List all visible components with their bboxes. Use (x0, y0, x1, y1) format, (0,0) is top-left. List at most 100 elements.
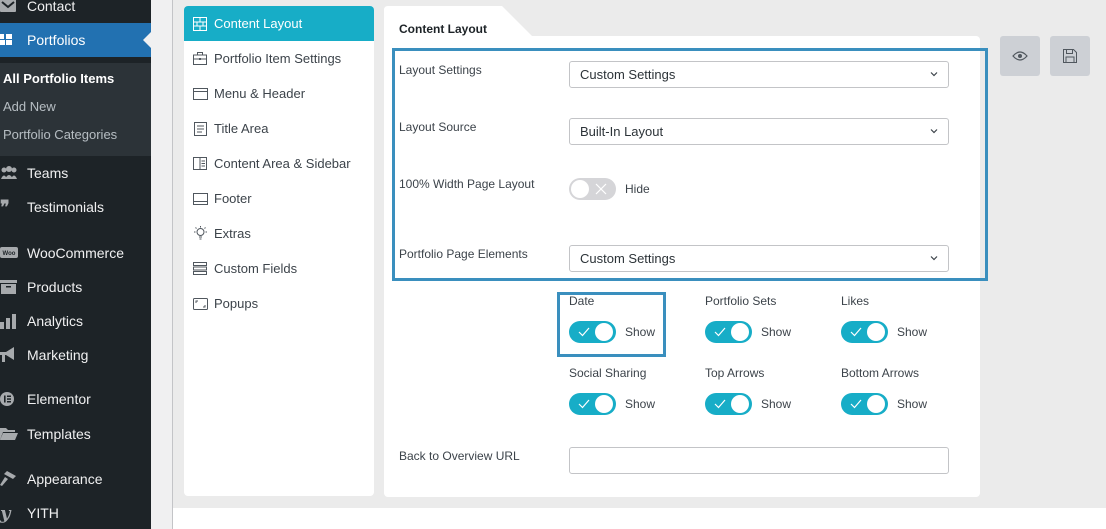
sidebar-item-analytics[interactable]: Analytics (0, 304, 151, 338)
save-button[interactable] (1050, 36, 1090, 76)
toggle-top-arrows-state: Show (761, 397, 792, 411)
footer-icon (184, 192, 214, 205)
options-nav-label: Portfolio Item Settings (214, 51, 342, 66)
element-label-social-sharing: Social Sharing (569, 366, 647, 380)
sidebar-item-templates[interactable]: Templates (0, 417, 151, 451)
check-icon (578, 327, 590, 337)
options-nav-label: Content Area & Sidebar (214, 156, 351, 171)
element-label-date: Date (569, 294, 595, 308)
options-nav-popups[interactable]: Popups (184, 286, 374, 321)
toggle-date-state: Show (625, 325, 656, 339)
sidebar-item-label: Contact (27, 0, 76, 14)
sidebar-layout-icon (184, 157, 214, 170)
sidebar-item-products[interactable]: Products (0, 270, 151, 304)
yith-icon: y (0, 502, 11, 524)
full-width-state: Hide (625, 182, 650, 196)
toggle-knob (731, 395, 749, 413)
sidebar-item-yith[interactable]: y YITH (0, 496, 151, 529)
layout-grid-icon (184, 16, 214, 31)
check-icon (578, 399, 590, 409)
toggle-social-sharing[interactable] (569, 393, 616, 415)
toggle-portfolio-sets[interactable] (705, 321, 752, 343)
eye-icon (1012, 51, 1028, 61)
options-nav-custom-fields[interactable]: Custom Fields (184, 251, 374, 286)
toggle-bottom-arrows[interactable] (841, 393, 888, 415)
layout-source-select[interactable]: Built-In Layout (569, 118, 949, 145)
lightbulb-icon (184, 226, 214, 241)
tab-title: Content Layout (399, 22, 487, 36)
sidebar-item-testimonials[interactable]: ❞ Testimonials (0, 190, 151, 224)
sidebar-item-contact[interactable]: Contact (0, 0, 151, 23)
element-label-top-arrows: Top Arrows (705, 366, 765, 380)
back-url-label: Back to Overview URL (399, 449, 520, 463)
sidebar-item-marketing[interactable]: Marketing (0, 338, 151, 372)
page-elements-label: Portfolio Page Elements (399, 247, 528, 261)
sidebar-item-elementor[interactable]: Elementor (0, 382, 151, 416)
sidebar-item-label: Templates (27, 426, 91, 442)
toggle-knob (731, 323, 749, 341)
groups-icon (0, 166, 27, 180)
sidebar-item-label: Testimonials (27, 199, 105, 215)
layout-source-value: Built-In Layout (580, 124, 664, 139)
sidebar-item-woocommerce[interactable]: Woo WooCommerce (0, 236, 151, 270)
layout-settings-label: Layout Settings (399, 63, 482, 77)
full-width-label: 100% Width Page Layout (399, 177, 535, 191)
sidebar-item-label: Appearance (27, 471, 103, 487)
settings-panel: Layout Settings Custom Settings Layout S… (384, 36, 988, 497)
submenu-all-portfolio-items[interactable]: All Portfolio Items (3, 71, 114, 86)
toggle-top-arrows[interactable] (705, 393, 752, 415)
toggle-likes[interactable] (841, 321, 888, 343)
sidebar-item-portfolios[interactable]: Portfolios (0, 23, 151, 57)
sidebar-item-label: Products (27, 279, 83, 295)
element-label-bottom-arrows: Bottom Arrows (841, 366, 920, 380)
stack-icon (184, 262, 214, 275)
options-nav-label: Custom Fields (214, 261, 298, 276)
submenu-portfolio-categories[interactable]: Portfolio Categories (3, 127, 117, 142)
back-url-input[interactable] (569, 447, 949, 474)
popup-icon (184, 297, 214, 310)
options-nav-content-layout[interactable]: Content Layout (184, 6, 374, 41)
window-icon (184, 87, 214, 100)
tab-content-layout[interactable]: Content Layout (384, 6, 534, 38)
check-icon (850, 327, 862, 337)
megaphone-icon (0, 347, 27, 363)
layout-settings-select[interactable]: Custom Settings (569, 61, 949, 88)
chevron-down-icon (930, 72, 938, 77)
check-icon (850, 399, 862, 409)
sidebar-item-teams[interactable]: Teams (0, 156, 151, 190)
options-nav-label: Title Area (214, 121, 269, 136)
page-elements-value: Custom Settings (580, 251, 676, 266)
options-nav-menu-header[interactable]: Menu & Header (184, 76, 374, 111)
submenu-add-new[interactable]: Add New (3, 99, 56, 114)
floppy-disk-icon (1063, 49, 1077, 63)
options-nav-portfolio-item-settings[interactable]: Portfolio Item Settings (184, 41, 374, 76)
screen: Contact Portfolios All Portfolio Items A… (0, 0, 1106, 529)
check-icon (714, 399, 726, 409)
full-width-toggle[interactable] (569, 178, 616, 200)
options-nav-footer[interactable]: Footer (184, 181, 374, 216)
paintbrush-icon (0, 471, 27, 487)
options-nav-label: Footer (214, 191, 252, 206)
options-nav-label: Extras (214, 226, 251, 241)
sidebar-item-label: YITH (27, 505, 59, 521)
element-label-portfolio-sets: Portfolio Sets (705, 294, 777, 308)
toggle-knob (867, 323, 885, 341)
toggle-date[interactable] (569, 321, 616, 343)
title-doc-icon (184, 121, 214, 136)
toggle-knob (867, 395, 885, 413)
sidebar-item-label: Analytics (27, 313, 84, 329)
toggle-likes-state: Show (897, 325, 928, 339)
options-nav-extras[interactable]: Extras (184, 216, 374, 251)
toggle-knob (595, 323, 613, 341)
sidebar-item-appearance[interactable]: Appearance (0, 462, 151, 496)
sidebar-item-label: Portfolios (27, 32, 86, 48)
x-icon (595, 183, 607, 195)
check-icon (714, 327, 726, 337)
page-elements-select[interactable]: Custom Settings (569, 245, 949, 272)
admin-sidebar: Contact Portfolios All Portfolio Items A… (0, 0, 151, 529)
sidebar-item-label: WooCommerce (27, 245, 124, 261)
options-nav-title-area[interactable]: Title Area (184, 111, 374, 146)
preview-button[interactable] (1000, 36, 1040, 76)
options-nav-content-area-sidebar[interactable]: Content Area & Sidebar (184, 146, 374, 181)
sidebar-item-label: Elementor (27, 391, 91, 407)
